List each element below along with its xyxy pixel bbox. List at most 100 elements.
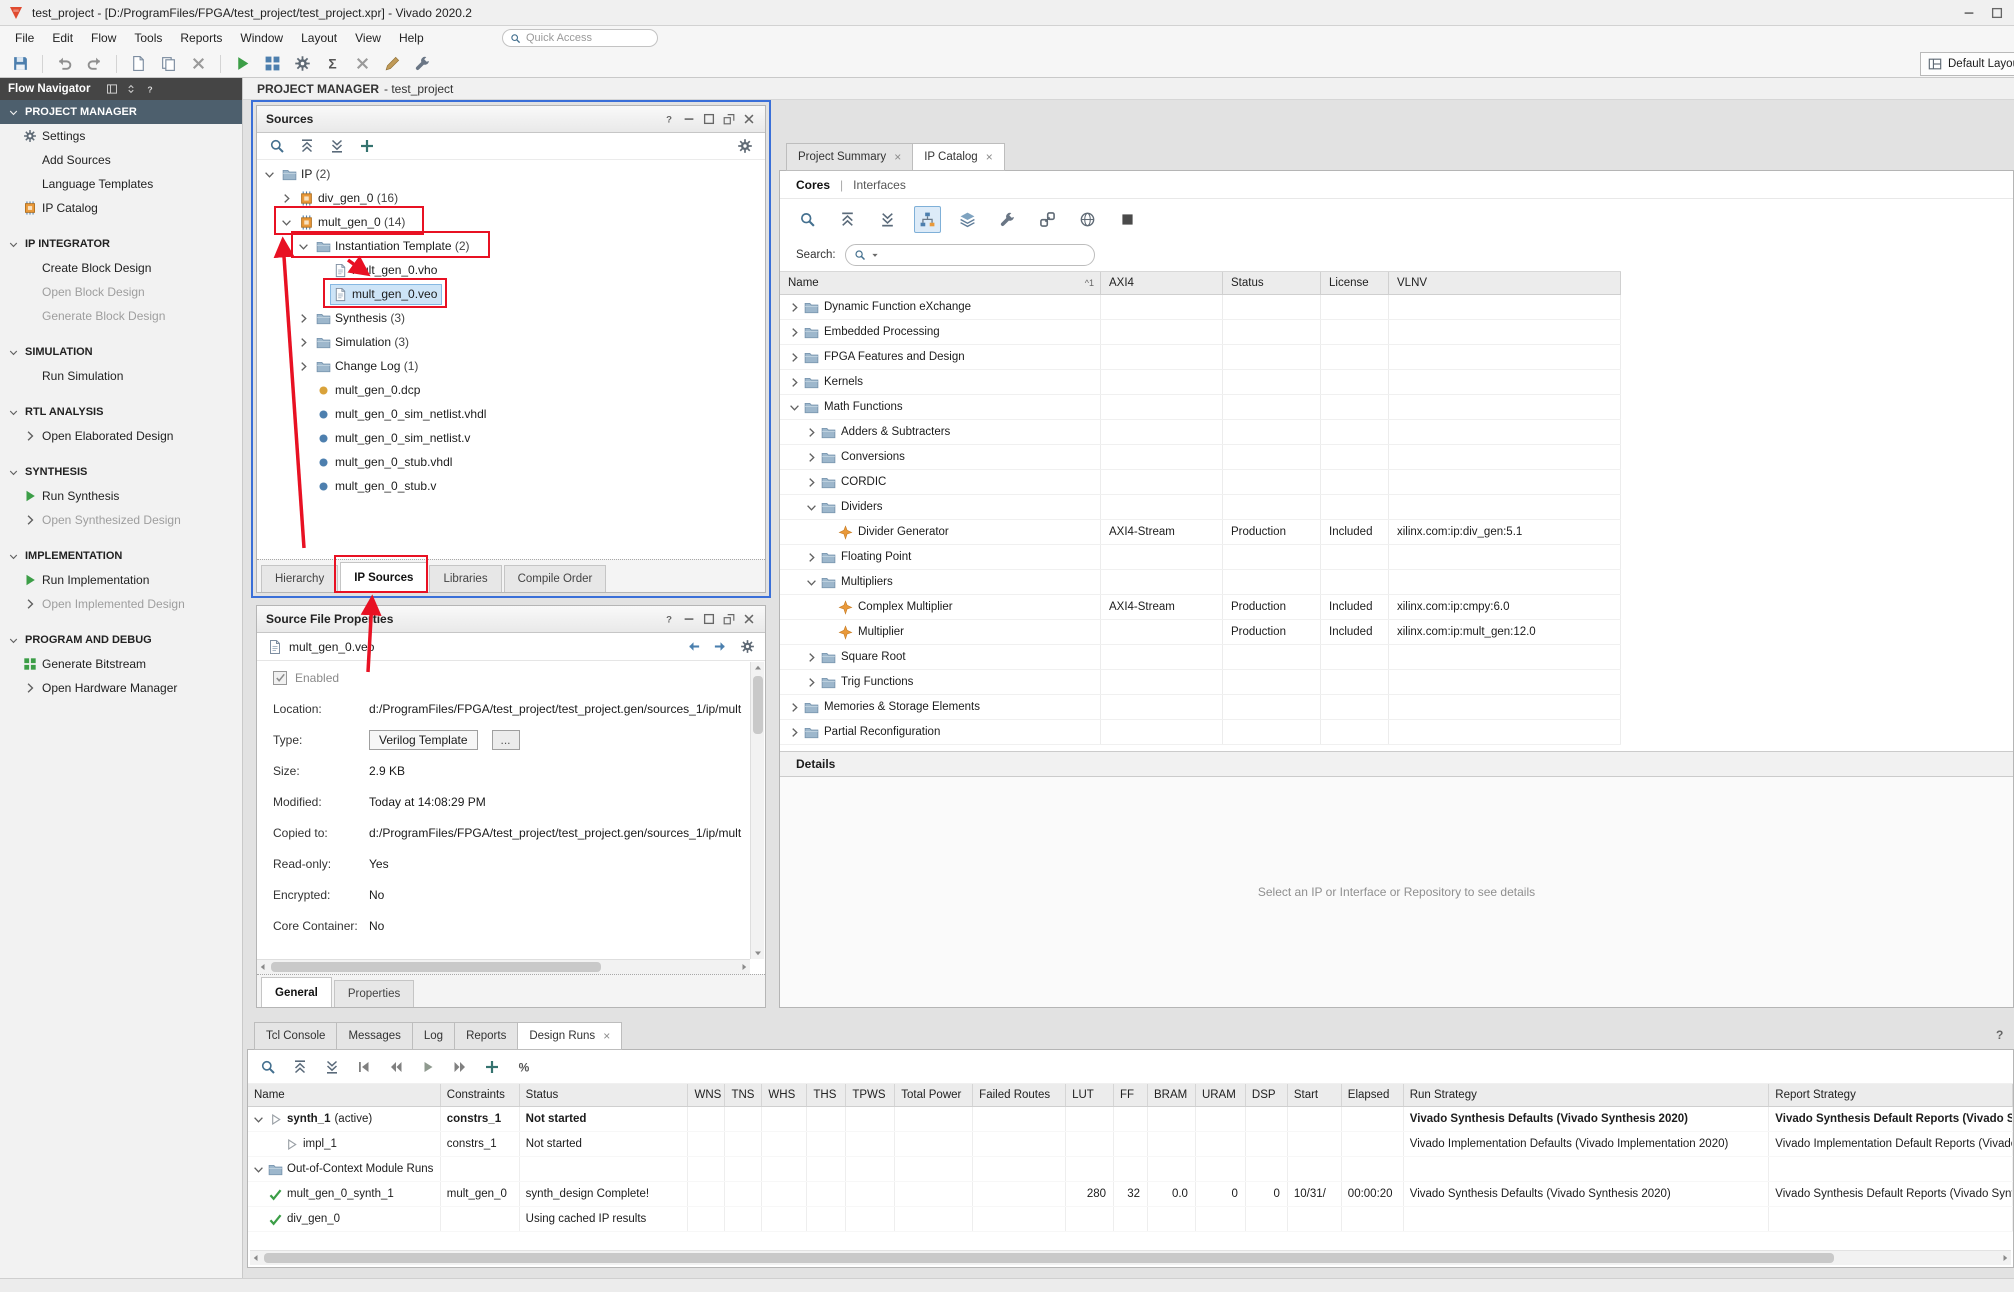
copy-button[interactable] — [156, 52, 181, 75]
scroll-right-icon[interactable] — [738, 961, 750, 973]
design-run-row-out-of-context-module-runs[interactable]: Out-of-Context Module Runs — [248, 1157, 2013, 1182]
float-button[interactable] — [722, 612, 736, 626]
edit-button[interactable] — [380, 52, 405, 75]
create-run-button[interactable] — [484, 1059, 500, 1075]
ip-catalog-category-row[interactable]: CORDIC — [780, 470, 1621, 495]
source-tree-item-ip[interactable]: IP (2) — [257, 162, 765, 186]
forward-arrow-icon[interactable] — [713, 639, 728, 654]
column-header-status[interactable]: Status — [1223, 272, 1321, 294]
search-button[interactable] — [260, 1059, 276, 1075]
scroll-right-icon[interactable] — [1999, 1252, 2011, 1264]
flownav-item-open-elaborated-design[interactable]: Open Elaborated Design — [0, 424, 242, 448]
enabled-checkbox[interactable] — [273, 671, 287, 685]
scrollbar-thumb[interactable] — [271, 962, 601, 972]
source-tree-item-simulation[interactable]: Simulation (3) — [257, 330, 765, 354]
horizontal-scrollbar[interactable] — [257, 959, 750, 974]
ip-catalog-category-row[interactable]: Embedded Processing — [780, 320, 1621, 345]
source-tree-item-mult-gen-0-sim-netlist-v[interactable]: mult_gen_0_sim_netlist.v — [257, 426, 765, 450]
column-header-elapsed[interactable]: Elapsed — [1342, 1084, 1404, 1106]
column-header-failed-routes[interactable]: Failed Routes — [973, 1084, 1066, 1106]
maximize-button[interactable] — [702, 612, 716, 626]
chevron-right-icon[interactable] — [788, 701, 801, 714]
ip-catalog-category-row[interactable]: Floating Point — [780, 545, 1621, 570]
column-header-ff[interactable]: FF — [1114, 1084, 1148, 1106]
chevron-right-icon[interactable] — [788, 726, 801, 739]
menu-file[interactable]: File — [6, 27, 43, 49]
undo-button[interactable] — [52, 52, 77, 75]
redo-button[interactable] — [82, 52, 107, 75]
tab-design-runs[interactable]: Design Runs× — [517, 1022, 622, 1050]
go-first-button[interactable] — [356, 1059, 372, 1075]
settings-button[interactable] — [290, 52, 315, 75]
column-header-tpws[interactable]: TPWS — [846, 1084, 895, 1106]
source-tree-item-mult-gen-0-veo[interactable]: mult_gen_0.veo — [257, 282, 765, 306]
chevron-down-icon[interactable] — [297, 240, 310, 253]
flownav-section-program-and-debug[interactable]: PROGRAM AND DEBUG — [0, 628, 242, 652]
maximize-button[interactable] — [702, 112, 716, 126]
tools-button[interactable] — [410, 52, 435, 75]
horizontal-scrollbar[interactable] — [250, 1250, 2011, 1265]
chevron-right-icon[interactable] — [805, 651, 818, 664]
expand-all-button[interactable] — [874, 206, 901, 233]
tab-ip-catalog[interactable]: IP Catalog× — [912, 143, 1005, 171]
view-tab-cores[interactable]: Cores — [796, 178, 830, 192]
maximize-window-icon[interactable] — [1990, 6, 2004, 20]
help-icon[interactable]: ? — [1996, 1028, 2003, 1042]
search-button[interactable] — [269, 138, 285, 154]
chevron-down-icon[interactable] — [805, 501, 818, 514]
column-header-vlnv[interactable]: VLNV — [1389, 272, 1621, 294]
chevron-down-icon[interactable] — [788, 401, 801, 414]
menu-edit[interactable]: Edit — [43, 27, 82, 49]
column-header-whs[interactable]: WHS — [762, 1084, 807, 1106]
chevron-down-icon[interactable] — [280, 216, 293, 229]
chevron-right-icon[interactable] — [788, 301, 801, 314]
step-back-button[interactable] — [388, 1059, 404, 1075]
cancel-button[interactable] — [350, 52, 375, 75]
ip-catalog-search-input[interactable] — [884, 249, 1086, 261]
expand-all-button[interactable] — [324, 1059, 340, 1075]
chevron-down-icon[interactable] — [263, 168, 276, 181]
flownav-item-open-hardware-manager[interactable]: Open Hardware Manager — [0, 676, 242, 700]
chevron-right-icon[interactable] — [788, 376, 801, 389]
tab-hierarchy[interactable]: Hierarchy — [261, 565, 338, 592]
flownav-item-generate-bitstream[interactable]: Generate Bitstream — [0, 652, 242, 676]
menu-view[interactable]: View — [346, 27, 390, 49]
column-header-status[interactable]: Status — [520, 1084, 689, 1106]
ip-catalog-category-row[interactable]: Square Root — [780, 645, 1621, 670]
flownav-item-run-simulation[interactable]: Run Simulation — [0, 364, 242, 388]
column-header-uram[interactable]: URAM — [1196, 1084, 1246, 1106]
chevron-right-icon[interactable] — [805, 476, 818, 489]
ip-status-button[interactable] — [1114, 206, 1141, 233]
tab-libraries[interactable]: Libraries — [429, 565, 501, 592]
delete-button[interactable] — [186, 52, 211, 75]
flownav-item-open-block-design[interactable]: Open Block Design — [0, 280, 242, 304]
menu-layout[interactable]: Layout — [292, 27, 346, 49]
close-button[interactable] — [742, 612, 756, 626]
minimize-button[interactable] — [682, 612, 696, 626]
chevron-right-icon[interactable] — [805, 426, 818, 439]
flownav-section-project-manager[interactable]: PROJECT MANAGER — [0, 100, 242, 124]
source-tree-item-mult-gen-0-stub-v[interactable]: mult_gen_0_stub.v — [257, 474, 765, 498]
column-header-report-strategy[interactable]: Report Strategy — [1769, 1084, 2013, 1106]
design-run-row-impl-1[interactable]: impl_1constrs_1Not startedVivado Impleme… — [248, 1132, 2013, 1157]
scrollbar-thumb[interactable] — [264, 1253, 1834, 1263]
tab-general[interactable]: General — [261, 977, 332, 1007]
group-by-category-button[interactable] — [914, 206, 941, 233]
quick-access-input[interactable] — [526, 32, 636, 44]
close-icon[interactable]: × — [894, 151, 901, 163]
ip-catalog-category-row[interactable]: Memories & Storage Elements — [780, 695, 1621, 720]
source-tree-item-div-gen-0[interactable]: div_gen_0 (16) — [257, 186, 765, 210]
source-tree-item-mult-gen-0-vho[interactable]: mult_gen_0.vho — [257, 258, 765, 282]
settings-button[interactable] — [737, 138, 753, 154]
help-button[interactable]: ? — [662, 112, 676, 126]
source-tree-item-synthesis[interactable]: Synthesis (3) — [257, 306, 765, 330]
column-header-start[interactable]: Start — [1288, 1084, 1342, 1106]
scrollbar-thumb[interactable] — [753, 676, 763, 734]
tab-reports[interactable]: Reports — [454, 1022, 517, 1050]
chevron-right-icon[interactable] — [297, 360, 310, 373]
step-forward-button[interactable] — [452, 1059, 468, 1075]
column-header-constraints[interactable]: Constraints — [441, 1084, 520, 1106]
document-button[interactable] — [126, 52, 151, 75]
scroll-up-icon[interactable] — [752, 662, 764, 674]
layout-selector-button[interactable]: Default Layout — [1920, 52, 2014, 76]
